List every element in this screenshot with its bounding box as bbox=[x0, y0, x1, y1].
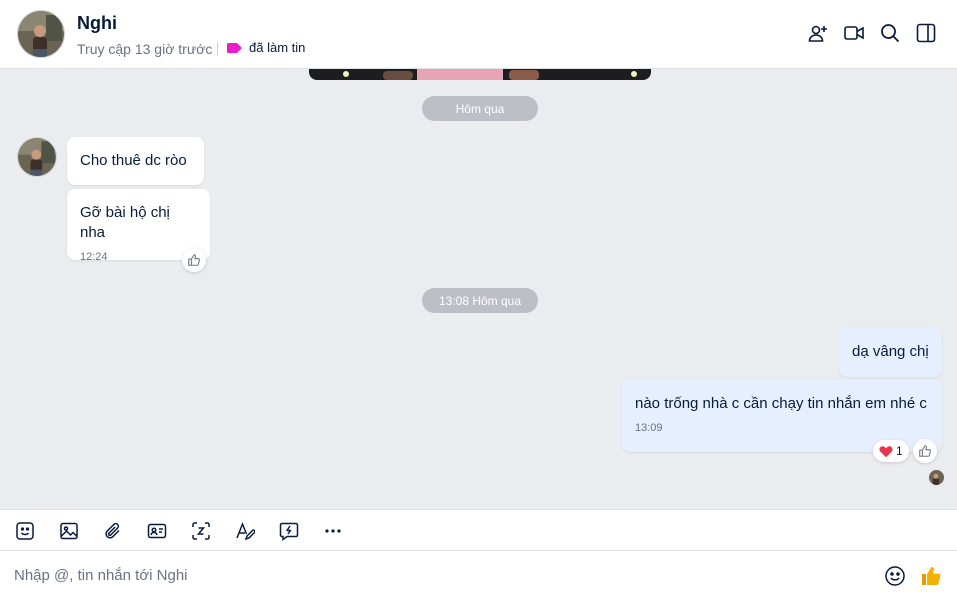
message-text: Gỡ bài hộ chị nha bbox=[80, 204, 170, 241]
thumbs-up-icon[interactable] bbox=[918, 563, 944, 589]
heart-icon bbox=[879, 445, 893, 457]
tag-icon bbox=[227, 42, 242, 53]
image-icon[interactable] bbox=[57, 519, 81, 543]
sidebar-toggle-icon[interactable] bbox=[914, 21, 938, 45]
add-member-icon[interactable] bbox=[806, 21, 830, 45]
contact-name[interactable]: Nghi bbox=[77, 13, 117, 34]
message-text: dạ vâng chị bbox=[852, 343, 929, 360]
message-text: Cho thuê dc ròo bbox=[80, 152, 187, 169]
sticker-icon[interactable] bbox=[13, 519, 37, 543]
message-composer bbox=[0, 551, 957, 599]
outgoing-message[interactable]: dạ vâng chị bbox=[839, 328, 942, 377]
time-separator: 13:08 Hôm qua bbox=[422, 288, 538, 313]
quick-message-icon[interactable] bbox=[277, 519, 301, 543]
composer-toolbar bbox=[0, 509, 957, 551]
seen-avatar bbox=[929, 470, 944, 485]
incoming-message[interactable]: Cho thuê dc ròo bbox=[67, 137, 204, 185]
search-icon[interactable] bbox=[878, 21, 902, 45]
header-divider bbox=[217, 42, 218, 56]
more-icon[interactable] bbox=[321, 519, 345, 543]
screenshot-icon[interactable] bbox=[189, 519, 213, 543]
last-seen-status: Truy cập 13 giờ trước bbox=[77, 41, 213, 57]
contact-tag[interactable]: đã làm tin bbox=[227, 40, 305, 55]
video-call-icon[interactable] bbox=[842, 21, 866, 45]
message-text: nào trống nhà c cần chạy tin nhắn em nhé… bbox=[635, 395, 927, 412]
emoji-icon[interactable] bbox=[882, 563, 908, 589]
chat-header: Nghi Truy cập 13 giờ trước đã làm tin bbox=[0, 0, 957, 69]
reaction-summary[interactable]: 1 bbox=[873, 440, 909, 462]
react-like-button[interactable] bbox=[913, 439, 937, 463]
message-time: 13:09 bbox=[635, 422, 663, 434]
react-like-button[interactable] bbox=[182, 248, 206, 272]
contact-avatar[interactable] bbox=[17, 10, 65, 58]
text-format-icon[interactable] bbox=[233, 519, 257, 543]
message-list[interactable]: Hôm qua Cho thuê dc ròo Gỡ bài hộ chị nh… bbox=[0, 69, 957, 509]
thumbs-up-icon bbox=[188, 254, 200, 266]
attachment-icon[interactable] bbox=[101, 519, 125, 543]
date-separator: Hôm qua bbox=[422, 96, 538, 121]
tag-label: đã làm tin bbox=[249, 40, 306, 55]
reaction-count: 1 bbox=[896, 444, 903, 458]
contact-card-icon[interactable] bbox=[145, 519, 169, 543]
sender-avatar[interactable] bbox=[17, 137, 57, 177]
message-input[interactable] bbox=[14, 563, 864, 587]
thumbs-up-icon bbox=[919, 445, 931, 457]
image-message[interactable] bbox=[309, 69, 651, 80]
message-time: 12:24 bbox=[80, 251, 108, 263]
